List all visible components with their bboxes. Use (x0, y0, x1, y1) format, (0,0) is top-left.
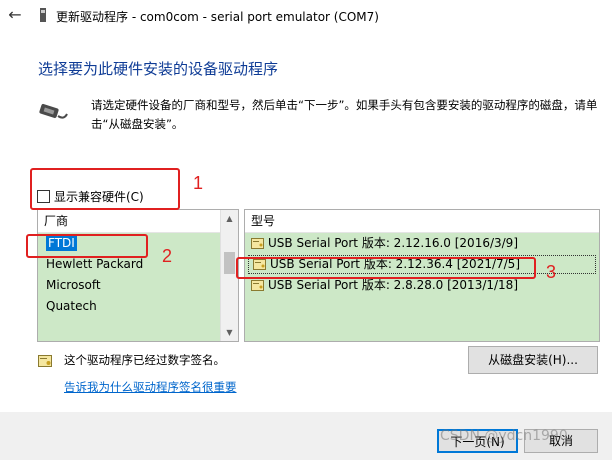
device-icon (40, 8, 46, 22)
list-item[interactable]: USB Serial Port 版本: 2.12.16.0 [2016/3/9] (245, 233, 599, 254)
annotation-box-2 (26, 234, 148, 258)
annotation-box-3 (236, 257, 536, 279)
signature-help-link[interactable]: 告诉我为什么驱动程序签名很重要 (64, 379, 237, 395)
window-title: 更新驱动程序 - com0com - serial port emulator … (56, 10, 379, 24)
certificate-icon (251, 280, 264, 291)
scroll-down-icon[interactable]: ▼ (221, 324, 238, 341)
model-label: USB Serial Port 版本: 2.12.16.0 [2016/3/9] (268, 236, 519, 250)
manufacturer-list[interactable]: 厂商 FTDI Hewlett Packard Microsoft Quatec… (37, 209, 239, 342)
watermark: CSDN @ydcn1990 (440, 428, 568, 444)
scroll-up-icon[interactable]: ▲ (221, 210, 238, 227)
manufacturer-header: 厂商 (38, 210, 238, 233)
scroll-thumb[interactable] (224, 252, 235, 274)
list-item[interactable]: Microsoft (38, 275, 220, 296)
have-disk-button[interactable]: 从磁盘安装(H)... (468, 346, 598, 374)
page-heading: 选择要为此硬件安装的设备驱动程序 (38, 60, 279, 78)
serial-cable-icon (39, 103, 68, 119)
annotation-number-2: 2 (162, 246, 173, 266)
signed-driver-icon (38, 355, 52, 367)
model-header: 型号 (245, 210, 599, 233)
annotation-number-3: 3 (546, 262, 557, 282)
annotation-number-1: 1 (193, 173, 204, 193)
annotation-box-1 (30, 168, 180, 210)
certificate-icon (251, 238, 264, 249)
instructions-text: 请选定硬件设备的厂商和型号，然后单击“下一步”。如果手头有包含要安装的驱动程序的… (91, 98, 598, 131)
signature-text: 这个驱动程序已经过数字签名。 (64, 353, 225, 367)
model-list-body: USB Serial Port 版本: 2.12.16.0 [2016/3/9]… (245, 233, 599, 341)
back-arrow-icon[interactable]: ← (6, 6, 24, 24)
list-item[interactable]: Quatech (38, 296, 220, 317)
